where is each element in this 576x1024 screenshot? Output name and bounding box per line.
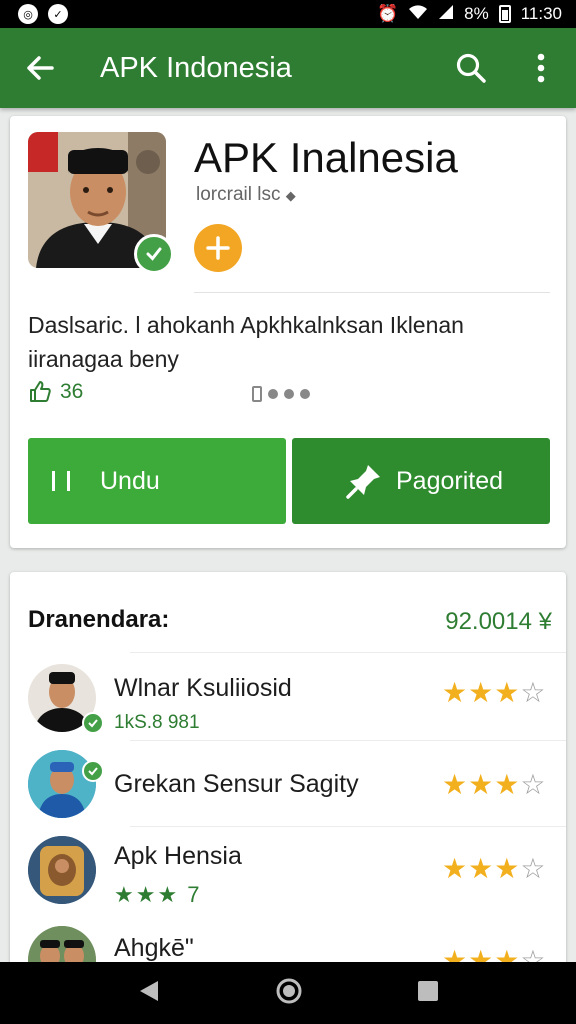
more-vert-icon bbox=[537, 53, 545, 83]
dot bbox=[268, 389, 278, 399]
list-item[interactable]: Apk Hensia ★★★ 7 ★★★☆ bbox=[10, 830, 566, 918]
dropdown-icon: ◆ bbox=[285, 188, 296, 203]
app-subtitle-text: lorcrail lsc bbox=[196, 184, 281, 205]
star-icon: ★★★ bbox=[442, 677, 521, 708]
status-right: ⏰ 8% 11:30 bbox=[377, 4, 562, 25]
star-outline-icon: ☆ bbox=[520, 769, 547, 800]
battery-icon bbox=[498, 5, 511, 23]
avatar bbox=[28, 836, 96, 904]
square-recents-icon bbox=[417, 980, 438, 1001]
star-rating: ★★★☆ bbox=[442, 676, 546, 709]
back-button[interactable] bbox=[0, 28, 80, 108]
item-title: Grekan Sensur Sagity bbox=[114, 770, 359, 798]
pin-icon bbox=[346, 465, 380, 499]
app-name: APK Inalnesia bbox=[194, 134, 458, 181]
more-indicator bbox=[252, 386, 310, 402]
star-icon: ★★★ bbox=[442, 769, 521, 800]
likes-count: 36 bbox=[60, 380, 84, 403]
battery-text: 8% bbox=[464, 4, 489, 23]
app-bar-title: APK Indonesia bbox=[100, 51, 292, 84]
arrow-left-icon bbox=[27, 56, 54, 80]
thumbs-up-icon bbox=[30, 381, 51, 402]
divider bbox=[130, 652, 566, 653]
device-icon bbox=[252, 386, 262, 402]
app-subtitle: lorcrail lsc ◆ bbox=[196, 184, 296, 206]
nav-recents-button[interactable] bbox=[416, 979, 440, 1008]
nav-home-button[interactable] bbox=[275, 977, 303, 1010]
favorite-button[interactable]: Pagorited bbox=[292, 438, 550, 524]
plus-icon bbox=[206, 236, 230, 260]
triangle-back-icon bbox=[140, 980, 159, 1001]
dot bbox=[300, 389, 310, 399]
download-button[interactable]: Undu bbox=[28, 438, 286, 524]
nav-back-button[interactable] bbox=[136, 978, 162, 1009]
verified-badge-icon bbox=[82, 760, 104, 782]
star-outline-icon: ☆ bbox=[520, 853, 547, 884]
notification-icon: ✓ bbox=[48, 4, 68, 24]
status-left: ◎ ✓ bbox=[18, 4, 68, 24]
list-item[interactable]: Grekan Sensur Sagity ★★★☆ bbox=[10, 744, 566, 832]
divider bbox=[194, 292, 550, 293]
notification-icon: ◎ bbox=[18, 4, 38, 24]
alarm-icon: ⏰ bbox=[376, 4, 399, 23]
app-description: Daslsaric. l ahokanh Apkhkalnksan Iklena… bbox=[28, 312, 464, 372]
item-title: Apk Hensia bbox=[114, 842, 242, 870]
system-nav-bar bbox=[0, 962, 576, 1024]
verified-badge-icon bbox=[82, 712, 104, 734]
add-button[interactable] bbox=[194, 224, 242, 272]
divider bbox=[130, 740, 566, 741]
item-title: Ahgkē" bbox=[114, 934, 194, 962]
likes[interactable]: 36 bbox=[28, 380, 83, 404]
list-item[interactable]: Wlnar Ksuliiosid 1kS.8 981 ★★★☆ bbox=[10, 658, 566, 746]
star-outline-icon: ☆ bbox=[520, 677, 547, 708]
related-list-card: Dranendara: 92.0014 ¥ Wlnar Ksuliiosid 1… bbox=[10, 572, 566, 972]
dot bbox=[284, 389, 294, 399]
list-price: 92.0014 ¥ bbox=[445, 608, 552, 635]
signal-icon bbox=[438, 4, 454, 25]
item-subtitle: ★★★ 7 bbox=[114, 882, 202, 907]
app-bar: APK Indonesia bbox=[0, 28, 576, 108]
verified-badge-icon bbox=[134, 234, 174, 274]
app-detail-card: APK Inalnesia lorcrail lsc ◆ Daslsaric. … bbox=[10, 116, 566, 548]
star-rating: ★★★☆ bbox=[442, 852, 546, 885]
star-icon: ★★★ bbox=[442, 853, 521, 884]
clock: 11:30 bbox=[520, 4, 562, 23]
search-button[interactable] bbox=[436, 28, 506, 108]
status-bar: ◎ ✓ ⏰ 8% 11:30 bbox=[0, 0, 576, 28]
download-label: Undu bbox=[100, 466, 160, 495]
more-options-button[interactable] bbox=[506, 28, 576, 108]
home-circle-icon bbox=[276, 978, 302, 1003]
avatar bbox=[28, 750, 96, 818]
favorite-label: Pagorited bbox=[396, 466, 504, 495]
download-icon bbox=[52, 471, 70, 491]
search-icon bbox=[456, 53, 486, 83]
divider bbox=[130, 826, 566, 827]
wifi-icon bbox=[408, 4, 428, 25]
item-title: Wlnar Ksuliiosid bbox=[114, 674, 292, 702]
star-rating: ★★★☆ bbox=[442, 768, 546, 801]
list-header: Dranendara: bbox=[28, 606, 170, 633]
item-subtitle: 1kS.8 981 bbox=[114, 712, 200, 733]
